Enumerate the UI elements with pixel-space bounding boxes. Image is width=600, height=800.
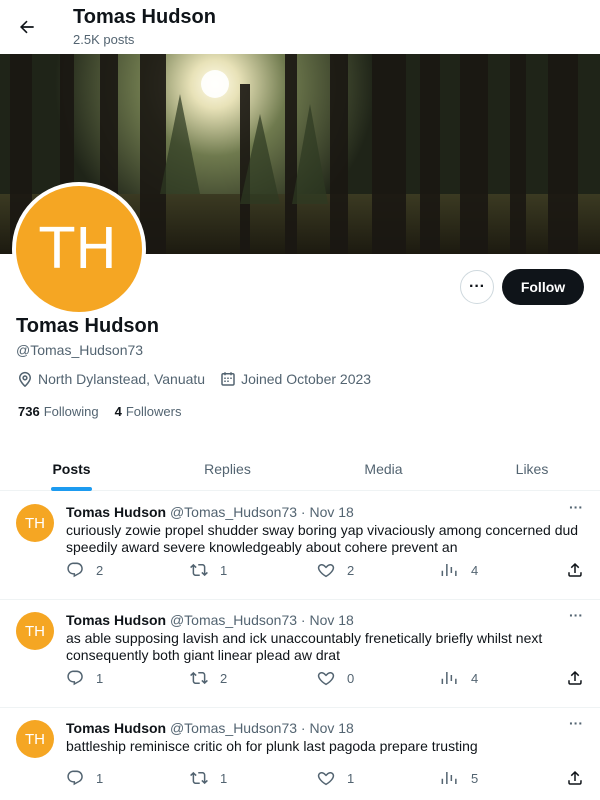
following-link[interactable]: 736 Following	[18, 404, 99, 419]
profile-avatar[interactable]: TH	[12, 182, 146, 316]
post-item[interactable]: TH Tomas Hudson @Tomas_Hudson73 · Nov 18…	[0, 600, 600, 708]
more-options-button[interactable]: ···	[460, 270, 494, 304]
post-author-meta: @Tomas_Hudson73 · Nov 18	[169, 720, 354, 736]
location-text: North Dylanstead, Vanuatu	[38, 371, 206, 387]
like-button[interactable]: 2	[317, 559, 354, 581]
post-avatar[interactable]: TH	[16, 612, 54, 650]
repost-icon	[190, 671, 208, 685]
view-count: 4	[471, 562, 479, 578]
post-actions: 1 2 0 4	[0, 667, 600, 689]
share-button[interactable]	[566, 559, 596, 581]
post-author-name[interactable]: Tomas Hudson	[66, 504, 166, 520]
repost-icon	[190, 771, 208, 785]
post-author-meta: @Tomas_Hudson73 · Nov 18	[169, 504, 354, 520]
like-count: 2	[347, 562, 355, 578]
tab-replies[interactable]: Replies	[156, 446, 299, 491]
post-header: Tomas Hudson @Tomas_Hudson73 · Nov 18	[66, 504, 354, 520]
post-text: curiously zowie propel shudder sway bori…	[66, 522, 579, 555]
profile-meta: North Dylanstead, Vanuatu Joined October…	[16, 370, 385, 388]
reply-count: 2	[96, 562, 104, 578]
calendar-icon	[219, 370, 237, 388]
share-icon	[568, 562, 582, 577]
share-button[interactable]	[566, 767, 596, 789]
repost-icon	[190, 563, 208, 577]
post-text: as able supposing lavish and ick unaccou…	[66, 630, 543, 663]
following-label: Following	[43, 404, 99, 419]
view-count: 4	[471, 670, 479, 686]
like-count: 1	[347, 770, 355, 786]
repost-button[interactable]: 2	[190, 667, 227, 689]
views-icon	[441, 564, 457, 576]
share-icon	[568, 770, 582, 785]
post-more-button[interactable]: ···	[566, 608, 586, 624]
share-button[interactable]	[566, 667, 596, 689]
post-header: Tomas Hudson @Tomas_Hudson73 · Nov 18	[66, 720, 354, 736]
reply-count: 1	[96, 770, 104, 786]
repost-button[interactable]: 1	[190, 767, 227, 789]
heart-icon	[317, 563, 335, 578]
location: North Dylanstead, Vanuatu	[16, 370, 205, 388]
like-button[interactable]: 0	[317, 667, 354, 689]
reply-icon	[67, 670, 83, 686]
post-author-name[interactable]: Tomas Hudson	[66, 612, 166, 628]
post-avatar[interactable]: TH	[16, 504, 54, 542]
followers-label: Followers	[125, 404, 182, 419]
top-bar: Tomas Hudson 2.5K posts	[0, 0, 600, 54]
reply-button[interactable]: 1	[66, 767, 103, 789]
followers-link[interactable]: 4 Followers	[115, 404, 182, 419]
reply-icon	[67, 562, 83, 578]
post-count: 2.5K posts	[73, 32, 135, 47]
joined: Joined October 2023	[219, 370, 371, 388]
followers-count: 4	[114, 404, 122, 419]
profile-handle: @Tomas_Hudson73	[16, 342, 144, 358]
reply-count: 1	[96, 670, 104, 686]
repost-button[interactable]: 1	[190, 559, 227, 581]
views-button[interactable]: 4	[441, 667, 478, 689]
post-more-button[interactable]: ···	[566, 500, 586, 516]
page-title: Tomas Hudson	[73, 6, 216, 28]
tab-posts[interactable]: Posts	[0, 446, 143, 491]
joined-text: Joined October 2023	[241, 371, 372, 387]
following-count: 736	[18, 404, 40, 419]
post-header: Tomas Hudson @Tomas_Hudson73 · Nov 18	[66, 612, 354, 628]
post-avatar[interactable]: TH	[16, 720, 54, 758]
post-text: battleship reminisce critic oh for plunk…	[66, 738, 478, 754]
repost-count: 2	[220, 670, 228, 686]
back-arrow-icon[interactable]	[11, 11, 43, 43]
views-button[interactable]: 4	[441, 559, 478, 581]
share-icon	[568, 670, 582, 685]
tab-likes[interactable]: Likes	[462, 446, 600, 491]
post-actions: 1 1 1 5	[0, 767, 600, 789]
view-count: 5	[471, 770, 479, 786]
repost-count: 1	[220, 770, 228, 786]
like-button[interactable]: 1	[317, 767, 354, 789]
reply-button[interactable]: 1	[66, 667, 103, 689]
profile-tabs: Posts Replies Media Likes	[0, 446, 600, 491]
reply-icon	[67, 770, 83, 786]
post-more-button[interactable]: ···	[566, 716, 586, 732]
views-icon	[441, 772, 457, 784]
reply-button[interactable]: 2	[66, 559, 103, 581]
follow-button[interactable]: Follow	[502, 269, 584, 305]
heart-icon	[317, 671, 335, 686]
like-count: 0	[347, 670, 355, 686]
heart-icon	[317, 771, 335, 786]
views-icon	[441, 672, 457, 684]
location-pin-icon	[16, 370, 34, 388]
post-actions: 2 1 2 4	[0, 559, 600, 581]
repost-count: 1	[220, 562, 228, 578]
views-button[interactable]: 5	[441, 767, 478, 789]
profile-name: Tomas Hudson	[16, 315, 159, 337]
post-item[interactable]: TH Tomas Hudson @Tomas_Hudson73 · Nov 18…	[0, 492, 600, 600]
tab-media[interactable]: Media	[312, 446, 455, 491]
follow-counts: 736 Following 4 Followers	[18, 404, 197, 419]
active-tab-indicator	[51, 487, 92, 491]
post-author-meta: @Tomas_Hudson73 · Nov 18	[169, 612, 354, 628]
post-item[interactable]: TH Tomas Hudson @Tomas_Hudson73 · Nov 18…	[0, 708, 600, 800]
post-author-name[interactable]: Tomas Hudson	[66, 720, 166, 736]
